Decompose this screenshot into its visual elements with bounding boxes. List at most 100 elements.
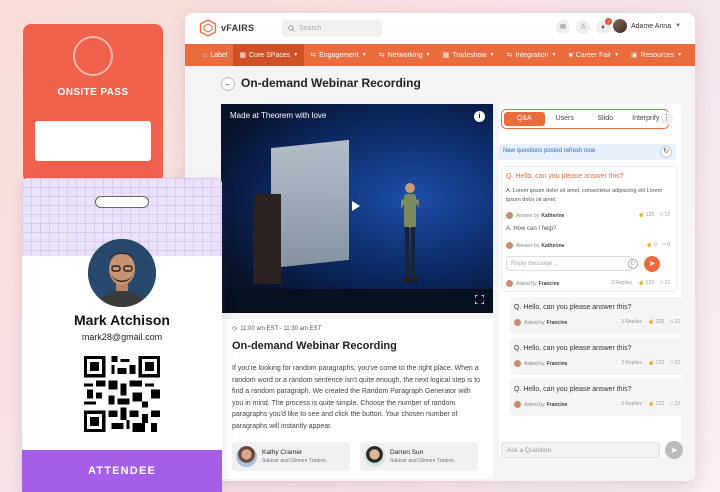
asked-author: Francine <box>538 280 560 287</box>
search-icon <box>288 25 295 32</box>
question-text: Q. Hello, can you please answer this? <box>514 386 632 393</box>
qr-code-icon <box>84 356 160 432</box>
nav-item-networking[interactable]: ⇆ Networking ▼ <box>373 44 437 66</box>
comment-icon[interactable]: □ 12 <box>670 360 680 366</box>
notification-count: 2 <box>605 18 612 25</box>
avatar <box>514 319 521 326</box>
more-options-icon[interactable]: ⋮ <box>660 112 673 125</box>
qa-tabs: Q&A Users Slido Interprify <box>501 109 669 129</box>
networking-icon: ⇆ <box>378 52 385 59</box>
chat-icon[interactable]: ✉ <box>556 20 570 34</box>
comment-icon[interactable]: □ 12 <box>660 212 670 218</box>
nav-item-resources[interactable]: ▣ Resources ▼ <box>625 44 688 66</box>
question-card[interactable]: Q. Hello, can you please answer this? As… <box>510 297 686 334</box>
ask-question-input[interactable]: Ask a Question <box>501 442 660 458</box>
nav-item-label[interactable]: ⌂ Label <box>197 44 233 66</box>
play-icon[interactable] <box>352 201 360 211</box>
tab-slido[interactable]: Slido <box>585 112 626 126</box>
fullscreen-icon[interactable] <box>475 295 484 304</box>
video-player[interactable]: Made at Theorem with love i <box>221 104 493 313</box>
nav-label: Integration <box>515 51 549 59</box>
emoji-icon[interactable]: ☺ <box>628 259 638 269</box>
like-icon[interactable]: ☝ 123 <box>648 401 664 407</box>
reply-count[interactable]: 3 Replies <box>621 360 642 366</box>
answer-author: Katherine <box>541 242 565 249</box>
like-icon[interactable]: ☝ 123 <box>648 319 664 325</box>
lanyard-slot <box>95 196 149 208</box>
reply-count[interactable]: 3 Replies <box>611 280 632 286</box>
avatar <box>88 239 156 307</box>
comment-icon[interactable]: □ 12 <box>670 319 680 325</box>
reply-count[interactable]: 3 Replies <box>621 401 642 407</box>
nav-item-career-fair[interactable]: ■ Career Fair ▼ <box>562 44 625 66</box>
comment-icon[interactable]: □ 0 <box>663 242 670 248</box>
answer-meta: Answer by Katherine <box>506 212 564 219</box>
like-icon[interactable]: ☝ 123 <box>638 280 654 286</box>
answer-stats: ☝ 123 □ 12 <box>638 212 670 218</box>
chevron-down-icon: ▼ <box>425 52 431 58</box>
logo-text: vFAIRS <box>221 23 255 33</box>
back-button[interactable]: ← <box>221 77 235 91</box>
speaker-name: Kathy Cramer <box>262 449 303 456</box>
asked-author: Francine <box>546 319 568 326</box>
comment-count: 0 <box>667 242 670 248</box>
logo[interactable]: vFAIRS <box>199 19 254 37</box>
session-time: ◷ 11:00 am EST - 11:30 am EST <box>232 325 322 333</box>
answer-by-label: Answer by <box>516 242 540 249</box>
like-icon[interactable]: ☝ 123 <box>638 212 654 218</box>
like-count: 0 <box>654 242 657 248</box>
speaker-name: Darren Sun <box>390 449 424 456</box>
like-icon[interactable]: ☝ 123 <box>648 360 664 366</box>
question-card[interactable]: Q. Hello, can you please answer this? As… <box>510 379 686 416</box>
nav-item-engagement[interactable]: ⇆ Engagement ▼ <box>304 44 373 66</box>
top-bar: vFAIRS Search ✉ ☃ ♦ 2 Adame Anna ▼ <box>185 13 695 43</box>
pass-photo-placeholder <box>73 36 113 76</box>
session-details: ◷ 11:00 am EST - 11:30 am EST On-demand W… <box>221 319 493 479</box>
answer-author: Katherine <box>541 212 565 219</box>
comment-icon[interactable]: □ 12 <box>660 280 670 286</box>
page-title: On-demand Webinar Recording <box>241 76 421 90</box>
search-input[interactable]: Search <box>282 20 382 37</box>
nav-label: Label <box>210 51 228 59</box>
speaker-card[interactable]: Darren Sun Salazar and Gilmore Traders <box>360 442 478 471</box>
search-placeholder: Search <box>299 25 322 32</box>
pass-name-field <box>35 121 151 161</box>
speaker-card[interactable]: Kathy Cramer Salazar and Gilmore Traders <box>232 442 350 471</box>
like-icon[interactable]: ☝ 0 <box>646 242 656 248</box>
stage-floor <box>221 289 493 313</box>
info-icon[interactable]: i <box>474 111 485 122</box>
engagement-icon: ⇆ <box>310 52 317 59</box>
home-icon: ⌂ <box>203 51 208 59</box>
nav-item-core-spaces[interactable]: ▦ Core SPaces ▼ <box>233 44 305 66</box>
avatar <box>506 212 513 219</box>
chevron-down-icon: ▼ <box>489 52 495 58</box>
nav-item-tradeshow[interactable]: ▦ Tradeshow ▼ <box>437 44 501 66</box>
user-menu[interactable]: Adame Anna ▼ <box>613 19 681 33</box>
nav-label: Engagement <box>319 51 359 59</box>
bell-icon[interactable]: ♦ 2 <box>596 18 612 34</box>
refresh-icon[interactable]: ↻ <box>660 146 672 158</box>
question-meta: Asked by Francine <box>514 401 567 408</box>
comment-icon[interactable]: □ 12 <box>670 401 680 407</box>
reply-input[interactable]: Reply message ... <box>506 256 632 271</box>
send-question-button[interactable]: ➤ <box>665 441 683 459</box>
accessibility-icon[interactable]: ☃ <box>576 20 590 34</box>
main-nav: ⌂ Label ▦ Core SPaces ▼ ⇆ Engagement ▼ ⇆ Netwo… <box>185 44 695 66</box>
answer-stats: ☝ 0 □ 0 <box>646 242 670 248</box>
avatar <box>613 19 627 33</box>
session-title: On-demand Webinar Recording <box>232 340 397 352</box>
send-reply-button[interactable]: ➤ <box>644 256 660 272</box>
nav-item-integration[interactable]: ⇆ Integration ▼ <box>501 44 563 66</box>
tab-users[interactable]: Users <box>545 112 586 126</box>
question-card[interactable]: Q. Hello, can you please answer this? As… <box>510 338 686 375</box>
question-card-expanded[interactable]: Q. Hello, can you please answer this? A.… <box>501 166 677 292</box>
tab-qa[interactable]: Q&A <box>504 112 545 126</box>
reply-count[interactable]: 3 Replies <box>621 319 642 325</box>
comment-count: 12 <box>674 401 680 407</box>
question-text: Q. Hello, can you please answer this? <box>514 345 632 352</box>
pass-title: ONSITE PASS <box>57 87 129 98</box>
refresh-notice[interactable]: New questions posted refresh now ↻ <box>499 144 676 160</box>
attendee-name: Mark Atchison <box>74 312 170 328</box>
question-stats: 3 Replies ☝ 123 □ 12 <box>611 280 670 286</box>
session-time-text: 11:00 am EST - 11:30 am EST <box>240 325 322 332</box>
